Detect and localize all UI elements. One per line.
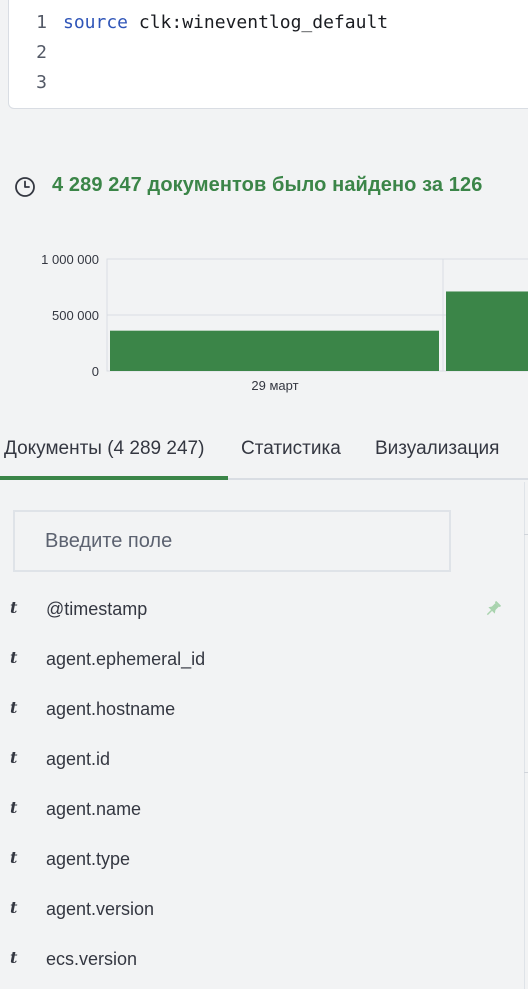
field-name: agent.type bbox=[46, 849, 131, 869]
field-item[interactable]: t agent.ephemeral_id bbox=[0, 635, 524, 685]
clock-icon bbox=[15, 177, 35, 197]
field-type-icon: t bbox=[10, 898, 18, 917]
line-number: 3 bbox=[36, 72, 47, 93]
tab-visualization[interactable]: Визуализация bbox=[375, 438, 499, 460]
result-tabs: Документы (4 289 247) Статистика Визуали… bbox=[0, 424, 528, 480]
panel-divider bbox=[524, 534, 528, 535]
field-type-icon: t bbox=[10, 648, 18, 667]
y-tick-label: 500 000 bbox=[52, 308, 99, 323]
query-keyword: source bbox=[63, 12, 129, 33]
field-item[interactable]: t agent.name bbox=[0, 785, 524, 835]
field-item[interactable]: t agent.id bbox=[0, 735, 524, 785]
active-tab-indicator bbox=[0, 476, 228, 480]
histogram-chart[interactable]: 1 000 000 500 000 0 29 март bbox=[0, 245, 528, 405]
field-search-input[interactable] bbox=[13, 510, 451, 572]
panel-divider bbox=[524, 772, 528, 773]
query-editor[interactable]: 1 source clk:wineventlog_default 2 3 bbox=[8, 0, 528, 109]
y-tick-label: 1 000 000 bbox=[41, 252, 99, 267]
tab-documents[interactable]: Документы (4 289 247) bbox=[4, 438, 204, 460]
field-item[interactable]: t agent.type bbox=[0, 835, 524, 885]
line-number: 2 bbox=[36, 42, 47, 63]
field-name: agent.version bbox=[46, 899, 155, 919]
field-name: agent.ephemeral_id bbox=[46, 649, 206, 669]
histogram-bar[interactable] bbox=[110, 330, 439, 371]
field-item[interactable]: t ecs.version bbox=[0, 935, 524, 985]
query-text: clk:wineventlog_default bbox=[128, 12, 389, 33]
field-name: agent.id bbox=[46, 749, 111, 769]
documents-panel-edge bbox=[524, 482, 528, 989]
pin-icon[interactable] bbox=[483, 599, 503, 619]
field-name: ecs.version bbox=[46, 949, 138, 969]
field-type-icon: t bbox=[10, 948, 18, 967]
field-type-icon: t bbox=[10, 798, 18, 817]
field-list: t @timestamp t agent.ephemeral_id t agen… bbox=[0, 585, 524, 985]
field-type-icon: t bbox=[10, 698, 18, 717]
hits-count-text: 4 289 247 документов было найдено за 126 bbox=[52, 174, 483, 196]
field-item[interactable]: t agent.hostname bbox=[0, 685, 524, 735]
x-tick-label: 29 март bbox=[251, 378, 298, 393]
line-number: 1 bbox=[36, 12, 47, 33]
tab-statistics[interactable]: Статистика bbox=[241, 438, 341, 460]
field-type-icon: t bbox=[10, 598, 18, 617]
field-type-icon: t bbox=[10, 848, 18, 867]
line-code: source clk:wineventlog_default bbox=[63, 8, 388, 38]
y-tick-label: 0 bbox=[92, 364, 99, 379]
field-item[interactable]: t agent.version bbox=[0, 885, 524, 935]
field-name: agent.name bbox=[46, 799, 142, 819]
field-item[interactable]: t @timestamp bbox=[0, 585, 524, 635]
field-name: agent.hostname bbox=[46, 699, 176, 719]
histogram-bar[interactable] bbox=[446, 291, 528, 371]
field-type-icon: t bbox=[10, 748, 18, 767]
field-name: @timestamp bbox=[46, 599, 148, 619]
